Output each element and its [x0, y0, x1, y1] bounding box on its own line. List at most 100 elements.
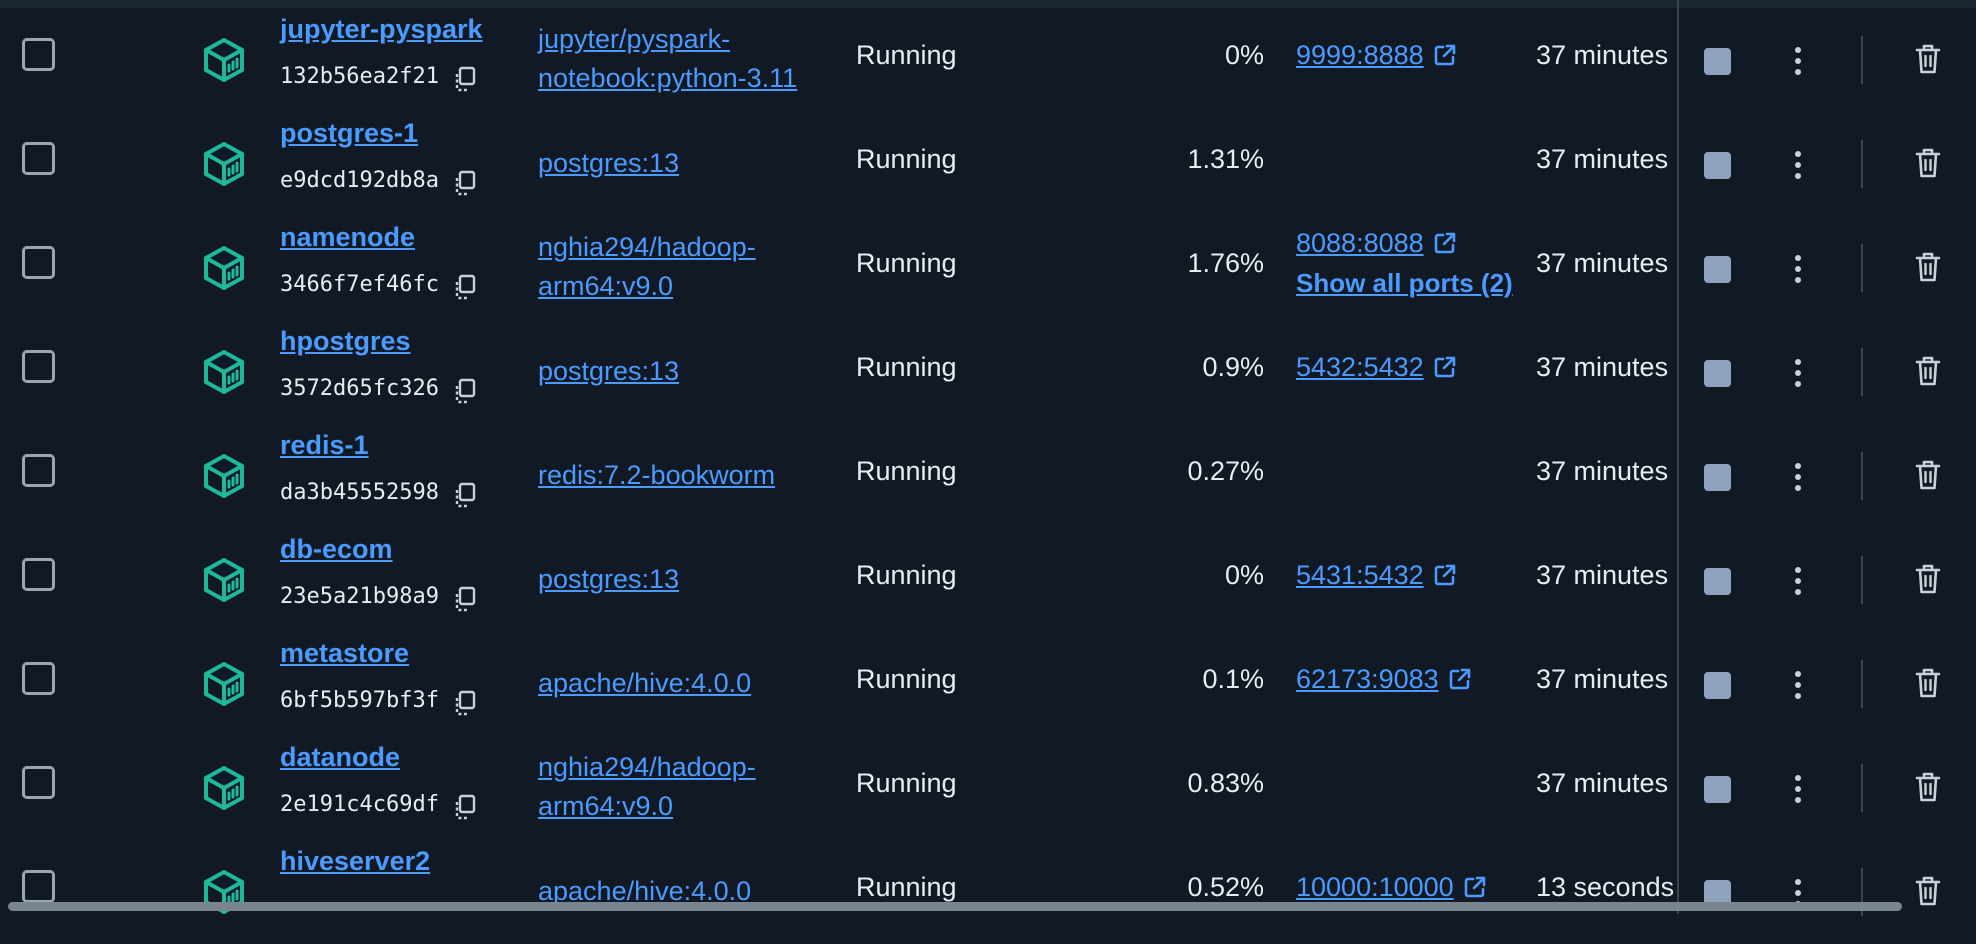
row-checkbox[interactable]: [22, 38, 55, 71]
row-checkbox[interactable]: [22, 766, 55, 799]
container-cube-icon: [200, 452, 248, 500]
container-cube-icon: [200, 764, 248, 812]
copy-icon[interactable]: [453, 482, 477, 508]
image-link-text: postgres:13: [538, 564, 680, 594]
row-checkbox[interactable]: [22, 870, 55, 903]
container-cube-icon: [200, 140, 248, 188]
row-checkbox[interactable]: [22, 142, 55, 175]
kebab-menu-icon[interactable]: [1786, 564, 1810, 598]
status-text: Running: [856, 768, 957, 798]
container-name-link[interactable]: namenode: [280, 222, 415, 253]
image-link[interactable]: nghia294/hadoop-arm64:v9.0: [538, 228, 848, 306]
port-link[interactable]: 8088:8088: [1296, 228, 1458, 259]
image-link[interactable]: postgres:13: [538, 560, 848, 599]
port-link[interactable]: 5431:5432: [1296, 560, 1458, 591]
image-link[interactable]: postgres:13: [538, 144, 848, 183]
cpu-usage: 0.27%: [1187, 456, 1264, 486]
stop-icon[interactable]: [1704, 152, 1731, 179]
stop-icon[interactable]: [1704, 48, 1731, 75]
status-text: Running: [856, 872, 957, 902]
status-text: Running: [856, 352, 957, 382]
stop-icon[interactable]: [1704, 256, 1731, 283]
kebab-menu-icon[interactable]: [1786, 772, 1810, 806]
stop-icon[interactable]: [1704, 568, 1731, 595]
image-link[interactable]: jupyter/pyspark-notebook:python-3.11: [538, 20, 848, 98]
last-started-text: 37 minutes: [1536, 248, 1669, 278]
cpu-usage: 0%: [1224, 40, 1264, 70]
port-link[interactable]: 10000:10000: [1296, 872, 1488, 903]
row-checkbox[interactable]: [22, 350, 55, 383]
status-text: Running: [856, 456, 957, 486]
trash-icon[interactable]: [1914, 562, 1942, 596]
copy-icon[interactable]: [453, 66, 477, 92]
container-name-link[interactable]: datanode: [280, 742, 400, 773]
action-separator: [1861, 36, 1863, 84]
port-link-text: 5431:5432: [1296, 560, 1424, 590]
show-all-ports-link[interactable]: Show all ports (2): [1296, 268, 1513, 299]
container-name-link[interactable]: hpostgres: [280, 326, 411, 357]
kebab-menu-icon[interactable]: [1786, 252, 1810, 286]
container-name-link[interactable]: metastore: [280, 638, 409, 669]
port-link[interactable]: 9999:8888: [1296, 40, 1458, 71]
last-started-text: 37 minutes: [1536, 560, 1669, 590]
container-name-link[interactable]: redis-1: [280, 430, 369, 461]
action-separator: [1861, 348, 1863, 396]
image-link[interactable]: apache/hive:4.0.0: [538, 664, 848, 703]
horizontal-scrollbar[interactable]: [8, 902, 1902, 911]
copy-icon[interactable]: [453, 378, 477, 404]
row-checkbox[interactable]: [22, 454, 55, 487]
last-started-text: 37 minutes: [1536, 456, 1669, 486]
status-text: Running: [856, 144, 957, 174]
container-name-link[interactable]: db-ecom: [280, 534, 393, 565]
trash-icon[interactable]: [1914, 250, 1942, 284]
trash-icon[interactable]: [1914, 146, 1942, 180]
image-link[interactable]: nghia294/hadoop-arm64:v9.0: [538, 748, 848, 826]
action-separator: [1861, 660, 1863, 708]
port-link[interactable]: 5432:5432: [1296, 352, 1458, 383]
copy-icon[interactable]: [453, 274, 477, 300]
external-link-icon: [1447, 666, 1473, 692]
port-link[interactable]: 62173:9083: [1296, 664, 1473, 695]
kebab-menu-icon[interactable]: [1786, 460, 1810, 494]
container-name-link[interactable]: postgres-1: [280, 118, 418, 149]
copy-icon[interactable]: [453, 794, 477, 820]
trash-icon[interactable]: [1914, 770, 1942, 804]
container-name-link[interactable]: jupyter-pyspark: [280, 14, 483, 45]
stop-icon[interactable]: [1704, 360, 1731, 387]
kebab-menu-icon[interactable]: [1786, 44, 1810, 78]
container-cube-icon: [200, 244, 248, 292]
cpu-usage: 0.9%: [1202, 352, 1264, 382]
trash-icon[interactable]: [1914, 354, 1942, 388]
image-link[interactable]: redis:7.2-bookworm: [538, 456, 848, 495]
port-link-text: 9999:8888: [1296, 40, 1424, 70]
row-checkbox[interactable]: [22, 662, 55, 695]
container-id: 2e191c4c69df: [280, 792, 439, 817]
image-link[interactable]: postgres:13: [538, 352, 848, 391]
kebab-menu-icon[interactable]: [1786, 148, 1810, 182]
external-link-icon: [1432, 354, 1458, 380]
copy-icon[interactable]: [453, 586, 477, 612]
trash-icon[interactable]: [1914, 42, 1942, 76]
table-row: postgres-1 e9dcd192db8a postgres:13 Running…: [0, 112, 1976, 216]
image-link-text: jupyter/pyspark-: [538, 24, 731, 54]
stop-icon[interactable]: [1704, 464, 1731, 491]
copy-icon[interactable]: [453, 170, 477, 196]
action-separator: [1861, 140, 1863, 188]
stop-icon[interactable]: [1704, 776, 1731, 803]
image-link-text: nghia294/hadoop-: [538, 232, 756, 262]
copy-icon[interactable]: [453, 690, 477, 716]
stop-icon[interactable]: [1704, 672, 1731, 699]
last-started-text: 37 minutes: [1536, 664, 1669, 694]
image-link-text: nghia294/hadoop-: [538, 752, 756, 782]
kebab-menu-icon[interactable]: [1786, 356, 1810, 390]
port-link-text: 62173:9083: [1296, 664, 1439, 694]
kebab-menu-icon[interactable]: [1786, 668, 1810, 702]
trash-icon[interactable]: [1914, 666, 1942, 700]
row-checkbox[interactable]: [22, 558, 55, 591]
trash-icon[interactable]: [1914, 874, 1942, 908]
row-checkbox[interactable]: [22, 246, 55, 279]
container-cube-icon: [200, 556, 248, 604]
container-name-link[interactable]: hiveserver2: [280, 846, 430, 877]
trash-icon[interactable]: [1914, 458, 1942, 492]
container-id: da3b45552598: [280, 480, 439, 505]
